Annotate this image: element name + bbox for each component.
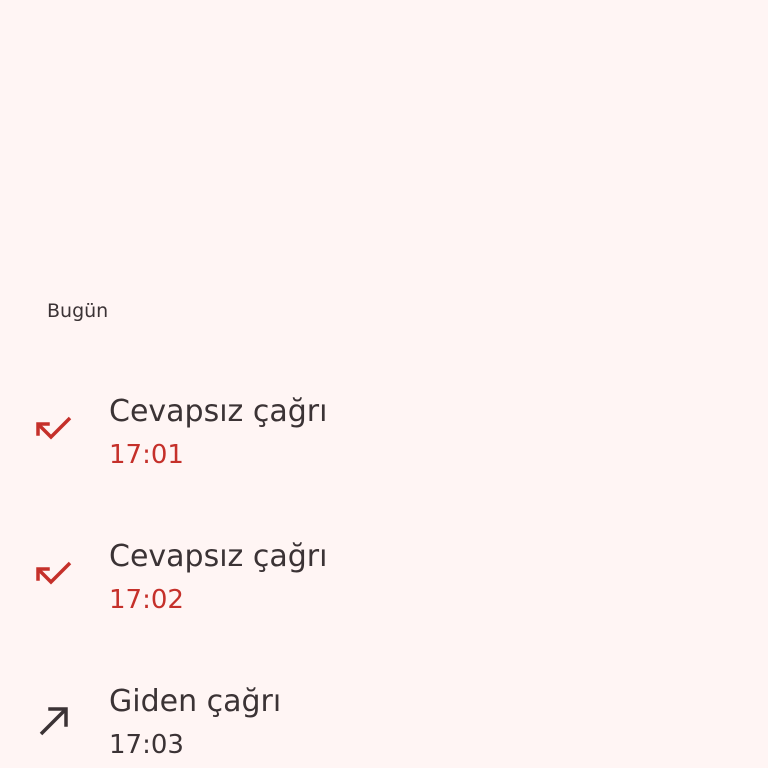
missed-call-icon <box>36 416 72 440</box>
call-history-screen: Bugün Cevapsız çağrı 17:01 Cevapsız çağr… <box>0 0 768 768</box>
call-time-label: 17:01 <box>109 440 184 470</box>
outgoing-call-icon <box>39 707 68 736</box>
call-list-item[interactable]: Cevapsız çağrı 17:02 <box>0 525 768 645</box>
call-type-label: Giden çağrı <box>109 684 282 719</box>
missed-call-icon <box>36 561 72 585</box>
call-list-item[interactable]: Giden çağrı 17:03 <box>0 670 768 768</box>
section-header-today: Bugün <box>47 300 109 322</box>
call-time-label: 17:02 <box>109 585 184 615</box>
call-list-item[interactable]: Cevapsız çağrı 17:01 <box>0 380 768 500</box>
call-time-label: 17:03 <box>109 730 184 760</box>
call-type-label: Cevapsız çağrı <box>109 539 328 574</box>
call-type-label: Cevapsız çağrı <box>109 394 328 429</box>
